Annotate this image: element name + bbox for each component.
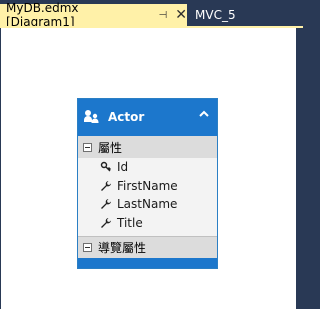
collapse-toggle-icon[interactable] xyxy=(83,243,92,252)
properties-section-header[interactable]: 屬性 xyxy=(78,136,217,158)
property-row-title[interactable]: Title xyxy=(78,214,217,233)
entity-footer xyxy=(78,258,217,268)
property-label: Title xyxy=(117,215,143,230)
navigation-properties-section: 導覽屬性 xyxy=(78,236,217,258)
tab-title: MyDB.edmx [Diagram1] xyxy=(6,1,79,29)
tab-title: MVC_5 xyxy=(195,8,236,22)
properties-section-label: 屬性 xyxy=(98,140,123,155)
entity-name: Actor xyxy=(108,110,145,124)
collapse-toggle-icon[interactable] xyxy=(83,142,92,152)
navigation-section-label: 導覽屬性 xyxy=(98,241,147,255)
property-label: FirstName xyxy=(117,178,178,193)
entity-shape-actor[interactable]: Actor 屬性 Id FirstName LastName Title 導覽屬… xyxy=(77,98,218,269)
navigation-section-header[interactable]: 導覽屬性 xyxy=(78,237,217,258)
close-icon[interactable]: ✕ xyxy=(175,8,187,22)
entity-header[interactable]: Actor xyxy=(78,99,217,136)
property-row-id[interactable]: Id xyxy=(78,158,217,177)
entity-type-icon xyxy=(84,110,99,123)
property-row-firstname[interactable]: FirstName xyxy=(78,177,217,196)
wrench-icon xyxy=(101,199,111,210)
key-icon xyxy=(100,162,111,172)
tab-mvc5[interactable]: MVC_5 xyxy=(187,4,303,26)
property-row-lastname[interactable]: LastName xyxy=(78,195,217,214)
pin-icon[interactable]: ⊣ xyxy=(159,10,168,21)
property-label: Id xyxy=(117,160,129,175)
chevron-up-icon[interactable] xyxy=(198,108,210,120)
wrench-icon xyxy=(101,217,111,228)
properties-section: 屬性 Id FirstName LastName Title xyxy=(78,136,217,236)
property-label: LastName xyxy=(117,197,178,212)
document-tab-bar: MyDB.edmx [Diagram1] ⊣ ✕ MVC_5 xyxy=(0,0,303,29)
diagram-canvas[interactable]: Actor 屬性 Id FirstName LastName Title 導覽屬… xyxy=(1,28,296,309)
wrench-icon xyxy=(101,180,111,191)
tab-mydb-diagram[interactable]: MyDB.edmx [Diagram1] ⊣ ✕ xyxy=(0,1,187,29)
